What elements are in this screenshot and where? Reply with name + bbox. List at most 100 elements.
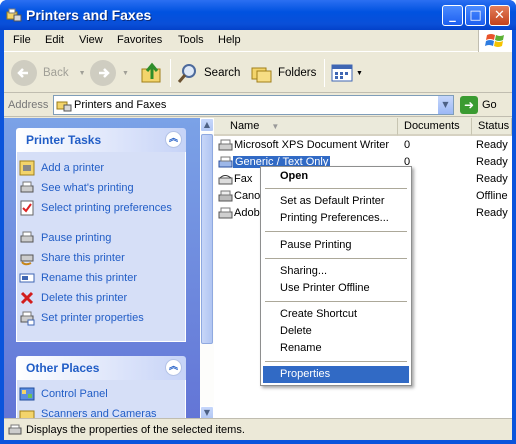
address-dropdown-icon[interactable]: ▼ (437, 96, 453, 114)
task-printing-preferences[interactable]: Select printing preferences (20, 200, 181, 216)
properties-icon (20, 311, 35, 326)
views-dropdown-icon: ▼ (356, 69, 363, 77)
toolbar: Back ▼ ▼ Search Folders ▼ (4, 53, 512, 93)
place-control-panel[interactable]: Control Panel (19, 387, 181, 401)
menu-file[interactable]: File (13, 34, 31, 46)
menu-separator (265, 188, 407, 189)
menu-delete[interactable]: Delete (263, 323, 409, 340)
task-printer-properties[interactable]: Set printer properties (20, 311, 181, 326)
toolbar-separator (324, 59, 325, 87)
default-printer-icon (218, 156, 233, 168)
back-arrow-icon (11, 60, 37, 86)
minimize-button[interactable]: _ (442, 5, 463, 26)
search-icon (177, 64, 196, 83)
other-places-header[interactable]: Other Places ︽ (16, 356, 186, 380)
maximize-button[interactable]: □ (465, 5, 486, 26)
task-pane-scrollbar[interactable]: ▲ ▼ (200, 118, 214, 420)
forward-button[interactable]: ▼ (90, 58, 129, 88)
window-title: Printers and Faxes (26, 7, 152, 23)
share-printer-icon (20, 254, 34, 266)
menu-properties[interactable]: Properties (263, 366, 409, 383)
menu-open[interactable]: Open (263, 168, 409, 185)
search-label: Search (204, 67, 241, 79)
address-bar: Address Printers and Faxes ▼ ➜ Go (4, 93, 512, 117)
task-add-printer[interactable]: Add a printer (19, 160, 181, 176)
other-places-title: Other Places (26, 361, 100, 375)
window-client: File Edit View Favorites Tools Help Back… (4, 30, 512, 440)
back-dropdown-icon: ▼ (78, 69, 86, 77)
folders-label: Folders (278, 67, 317, 79)
menu-bar: File Edit View Favorites Tools Help (4, 30, 512, 52)
maximize-icon: □ (469, 8, 482, 23)
forward-arrow-icon (90, 60, 116, 86)
up-folder-icon (141, 62, 161, 83)
offline-printer-icon (218, 190, 233, 202)
menu-edit[interactable]: Edit (45, 34, 64, 46)
go-button[interactable]: ➜ Go (460, 96, 497, 114)
menu-pause-printing[interactable]: Pause Printing (263, 237, 409, 254)
back-label: Back (43, 67, 69, 79)
close-button[interactable]: ✕ (489, 5, 510, 26)
menu-separator (265, 258, 407, 259)
folders-button[interactable]: Folders (250, 58, 316, 88)
rename-icon (19, 273, 35, 283)
views-button[interactable]: ▼ (330, 58, 363, 88)
title-bar[interactable]: Printers and Faxes _ □ ✕ (0, 0, 516, 30)
collapse-chevron-icon[interactable]: ︽ (165, 131, 182, 148)
menu-tools[interactable]: Tools (178, 34, 204, 46)
up-folder-button[interactable] (140, 58, 164, 88)
go-label: Go (482, 99, 497, 111)
task-delete-printer[interactable]: Delete this printer (20, 291, 181, 305)
column-name[interactable]: Name ▼ (214, 118, 398, 136)
task-pane: Printer Tasks ︽ Add a printer See what's… (4, 118, 200, 420)
preferences-icon (20, 200, 34, 216)
printer-folder-icon (56, 101, 72, 112)
fax-icon (218, 175, 233, 185)
printer-row[interactable]: Microsoft XPS Document Writer 0 Ready (214, 137, 512, 154)
task-share-printer[interactable]: Share this printer (20, 252, 181, 266)
menu-separator (265, 361, 407, 362)
menu-favorites[interactable]: Favorites (117, 34, 162, 46)
search-button[interactable]: Search (176, 58, 240, 88)
task-rename-printer[interactable]: Rename this printer (19, 272, 181, 285)
column-status[interactable]: Status (472, 118, 512, 136)
other-places-box: Control Panel Scanners and Cameras (16, 380, 186, 420)
status-bar: Displays the properties of the selected … (4, 418, 512, 440)
scroll-up-icon[interactable]: ▲ (200, 118, 214, 132)
address-field[interactable]: Printers and Faxes ▼ (53, 95, 454, 115)
menu-printing-preferences[interactable]: Printing Preferences... (263, 210, 409, 227)
collapse-chevron-icon[interactable]: ︽ (165, 359, 182, 376)
control-panel-icon (19, 387, 35, 401)
menu-help[interactable]: Help (218, 34, 241, 46)
windows-flag-icon (485, 34, 504, 47)
menu-rename[interactable]: Rename (263, 340, 409, 357)
printer-tasks-header[interactable]: Printer Tasks ︽ (16, 128, 186, 152)
folders-icon (251, 67, 272, 83)
toolbar-separator (170, 59, 171, 87)
sort-arrow-icon: ▼ (271, 122, 280, 131)
menu-create-shortcut[interactable]: Create Shortcut (263, 306, 409, 323)
address-label: Address (8, 99, 49, 111)
printer-tasks-box: Add a printer See what's printing Select… (16, 152, 186, 342)
close-icon: ✕ (494, 8, 505, 23)
task-pause-printing[interactable]: Pause printing (20, 231, 181, 245)
printer-tasks-title: Printer Tasks (26, 133, 102, 147)
menu-set-default[interactable]: Set as Default Printer (263, 193, 409, 210)
menu-view[interactable]: View (79, 34, 103, 46)
menu-use-offline[interactable]: Use Printer Offline (263, 280, 409, 297)
delete-icon (20, 291, 34, 305)
printer-status-icon (8, 424, 22, 435)
column-documents[interactable]: Documents (398, 118, 472, 136)
scroll-thumb[interactable] (201, 134, 213, 344)
address-value: Printers and Faxes (74, 99, 167, 111)
task-see-printing[interactable]: See what's printing (20, 181, 181, 195)
menu-separator (265, 231, 407, 232)
minimize-icon: _ (449, 8, 456, 23)
printer-icon (218, 207, 233, 219)
menu-separator (265, 301, 407, 302)
back-button[interactable]: Back ▼ (11, 58, 86, 88)
menu-sharing[interactable]: Sharing... (263, 263, 409, 280)
add-printer-icon (19, 160, 35, 176)
views-icon (331, 64, 353, 82)
pause-printer-icon (20, 231, 34, 243)
